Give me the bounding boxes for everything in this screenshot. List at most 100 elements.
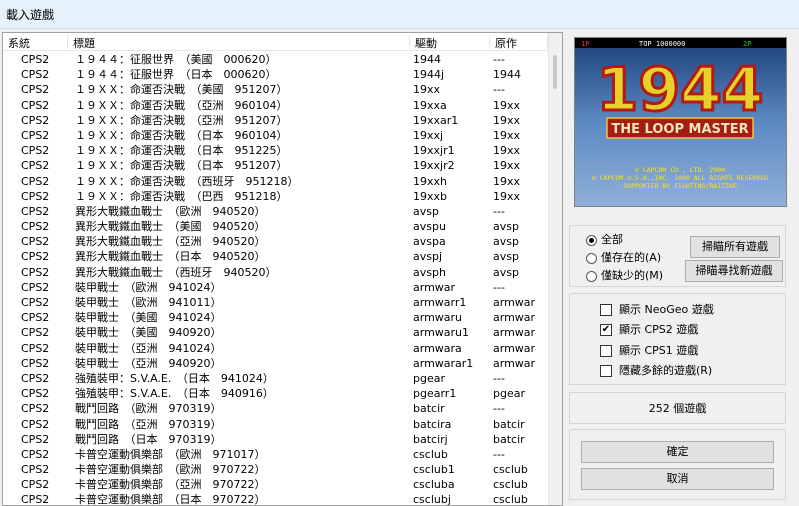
system-cell: CPS2 bbox=[21, 387, 50, 401]
system-cell: CPS2 bbox=[21, 402, 50, 416]
table-row[interactable]: CPS2 卡普空運動俱樂部 （日本 970722） csclubj csclub bbox=[3, 492, 548, 506]
table-row[interactable]: CPS2 裝甲戰士 （歐洲 941024） armwar --- bbox=[3, 280, 548, 295]
system-cell: CPS2 bbox=[21, 98, 50, 112]
hud-top-score: TOP 1000000 bbox=[639, 40, 685, 48]
parent-cell: 19xx bbox=[493, 189, 521, 203]
radio-missing-label: 僅缺少的(M) bbox=[601, 269, 664, 282]
table-row[interactable]: CPS2 戰鬥回路 （歐洲 970319） batcir --- bbox=[3, 401, 548, 416]
driver-cell: avspj bbox=[413, 250, 443, 264]
column-header-system[interactable]: 系統 bbox=[3, 35, 68, 50]
title-cell: 異形大戰鐵血戰士 （歐洲 940520） bbox=[75, 204, 266, 218]
system-cell: CPS2 bbox=[21, 417, 50, 431]
table-row[interactable]: CPS2 １９４４：征服世界 （美國 000620） 1944 --- bbox=[3, 52, 548, 67]
driver-cell: csclubj bbox=[413, 493, 451, 506]
system-cell: CPS2 bbox=[21, 447, 50, 461]
radio-all-label: 全部 bbox=[601, 233, 623, 246]
title-cell: 卡普空運動俱樂部 （日本 970722） bbox=[75, 493, 266, 506]
system-cell: CPS2 bbox=[21, 296, 50, 309]
driver-cell: 19xxar1 bbox=[413, 113, 459, 127]
table-row[interactable]: CPS2 裝甲戰士 （亞洲 940920） armwarar1 armwar bbox=[3, 356, 548, 371]
driver-cell: cscluba bbox=[413, 478, 455, 492]
column-header-driver[interactable]: 驅動 bbox=[410, 35, 490, 50]
driver-cell: 19xxh bbox=[413, 174, 447, 188]
parent-cell: 1944 bbox=[493, 68, 521, 82]
title-cell: １９ＸＸ：命運否決戰 （日本 960104） bbox=[75, 128, 288, 142]
driver-cell: 19xxj bbox=[413, 128, 444, 142]
parent-cell: --- bbox=[493, 402, 505, 416]
system-cell: CPS2 bbox=[21, 280, 50, 294]
table-row[interactable]: CPS2 裝甲戰士 （亞洲 941024） armwara armwar bbox=[3, 341, 548, 356]
checkbox-box[interactable] bbox=[600, 304, 612, 316]
table-row[interactable]: CPS2 裝甲戰士 （歐洲 941011） armwarr1 armwar bbox=[3, 295, 548, 310]
table-row[interactable]: CPS2 異形大戰鐵血戰士 （西班牙 940520） avsph avsp bbox=[3, 265, 548, 280]
table-row[interactable]: CPS2 戰鬥回路 （日本 970319） batcirj batcir bbox=[3, 432, 548, 447]
table-row[interactable]: CPS2 １９ＸＸ：命運否決戰 （日本 951225） 19xxjr1 19xx bbox=[3, 143, 548, 158]
game-count: 252 個遊戲 bbox=[648, 402, 707, 415]
radio-dot bbox=[586, 235, 597, 246]
table-row[interactable]: CPS2 強殖裝甲：S.V.A.E. （日本 941024） pgear --- bbox=[3, 371, 548, 386]
table-row[interactable]: CPS2 １９ＸＸ：命運否決戰 （西班牙 951218） 19xxh 19xx bbox=[3, 174, 548, 189]
title-cell: 戰鬥回路 （日本 970319） bbox=[75, 432, 222, 446]
driver-cell: batcira bbox=[413, 417, 452, 431]
driver-cell: csclub1 bbox=[413, 463, 455, 477]
table-row[interactable]: CPS2 １９ＸＸ：命運否決戰 （亞洲 951207） 19xxar1 19xx bbox=[3, 113, 548, 128]
driver-cell: armwar bbox=[413, 280, 456, 294]
parent-cell: avsp bbox=[493, 235, 519, 249]
driver-cell: armwaru bbox=[413, 311, 463, 325]
table-row[interactable]: CPS2 １９ＸＸ：命運否決戰 （巴西 951218） 19xxb 19xx bbox=[3, 189, 548, 204]
table-row[interactable]: CPS2 卡普空運動俱樂部 （亞洲 970722） cscluba csclub bbox=[3, 477, 548, 492]
parent-cell: 19xx bbox=[493, 144, 521, 158]
scrollbar-thumb[interactable] bbox=[553, 55, 557, 89]
radio-dot bbox=[586, 271, 597, 282]
table-row[interactable]: CPS2 裝甲戰士 （美國 941024） armwaru armwar bbox=[3, 310, 548, 325]
scan-new-button[interactable]: 掃瞄尋找新遊戲 bbox=[685, 260, 783, 282]
column-header-parent[interactable]: 原作 bbox=[490, 35, 548, 50]
table-row[interactable]: CPS2 １９ＸＸ：命運否決戰 （美國 951207） 19xx --- bbox=[3, 82, 548, 97]
checkmark-icon[interactable]: ✔ bbox=[600, 324, 612, 336]
driver-cell: 1944 bbox=[413, 53, 441, 66]
scan-all-button[interactable]: 掃瞄所有遊戲 bbox=[690, 236, 780, 258]
title-bar: 載入遊戲 bbox=[0, 0, 799, 29]
parent-cell: csclub bbox=[493, 493, 528, 506]
column-header-title[interactable]: 標題 bbox=[68, 35, 410, 50]
system-cell: CPS2 bbox=[21, 113, 50, 127]
system-cell: CPS2 bbox=[21, 311, 50, 325]
driver-cell: 19xx bbox=[413, 83, 441, 97]
system-cell: CPS2 bbox=[21, 356, 50, 370]
table-row[interactable]: CPS2 強殖裝甲：S.V.A.E. （日本 940916） pgearr1 pgea… bbox=[3, 386, 548, 401]
table-row[interactable]: CPS2 異形大戰鐵血戰士 （亞洲 940520） avspa avsp bbox=[3, 234, 548, 249]
table-row[interactable]: CPS2 １９４４：征服世界 （日本 000620） 1944j 1944 bbox=[3, 67, 548, 82]
table-row[interactable]: CPS2 卡普空運動俱樂部 （歐洲 970722） csclub1 csclub bbox=[3, 462, 548, 477]
driver-cell: avsph bbox=[413, 265, 446, 279]
parent-cell: --- bbox=[493, 371, 505, 385]
driver-cell: armwaru1 bbox=[413, 326, 470, 340]
table-row[interactable]: CPS2 裝甲戰士 （美國 940920） armwaru1 armwar bbox=[3, 325, 548, 340]
checkbox-label: 隱藏多餘的遊戲(R) bbox=[619, 364, 713, 377]
ok-button[interactable]: 確定 bbox=[581, 441, 774, 463]
table-row[interactable]: CPS2 １９ＸＸ：命運否決戰 （亞洲 960104） 19xxa 19xx bbox=[3, 98, 548, 113]
title-cell: 卡普空運動俱樂部 （亞洲 970722） bbox=[75, 478, 266, 492]
table-row[interactable]: CPS2 異形大戰鐵血戰士 （歐洲 940520） avsp --- bbox=[3, 204, 548, 219]
table-row[interactable]: CPS2 戰鬥回路 （亞洲 970319） batcira batcir bbox=[3, 417, 548, 432]
title-cell: 異形大戰鐵血戰士 （亞洲 940520） bbox=[75, 235, 266, 249]
checkbox-box[interactable] bbox=[600, 365, 612, 377]
table-row[interactable]: CPS2 異形大戰鐵血戰士 （日本 940520） avspj avsp bbox=[3, 249, 548, 264]
title-cell: 強殖裝甲：S.V.A.E. （日本 941024） bbox=[75, 371, 274, 385]
title-cell: 裝甲戰士 （美國 940920） bbox=[75, 326, 222, 340]
table-row[interactable]: CPS2 １９ＸＸ：命運否決戰 （日本 951207） 19xxjr2 19xx bbox=[3, 158, 548, 173]
driver-cell: 19xxa bbox=[413, 98, 447, 112]
cancel-button[interactable]: 取消 bbox=[581, 468, 774, 490]
parent-cell: armwar bbox=[493, 326, 536, 340]
credit-line-1: © CAPCOM CO., LTD. 2000 bbox=[635, 166, 725, 174]
radio-dot bbox=[586, 253, 597, 264]
checkbox-box[interactable] bbox=[600, 345, 612, 357]
table-row[interactable]: CPS2 １９ＸＸ：命運否決戰 （日本 960104） 19xxj 19xx bbox=[3, 128, 548, 143]
table-row[interactable]: CPS2 異形大戰鐵血戰士 （美國 940520） avspu avsp bbox=[3, 219, 548, 234]
driver-cell: armwara bbox=[413, 341, 462, 355]
game-list[interactable]: 系統 標題 驅動 原作 CPS2 １９４４：征服世界 （美國 000620） 194… bbox=[2, 32, 563, 506]
parent-cell: 19xx bbox=[493, 128, 521, 142]
vertical-scrollbar[interactable] bbox=[548, 33, 562, 505]
credit-line-3: SUPPORTED BY EIGHTING/RAIZING bbox=[623, 182, 737, 190]
system-cell: CPS2 bbox=[21, 220, 50, 234]
table-row[interactable]: CPS2 卡普空運動俱樂部 （歐洲 971017） csclub --- bbox=[3, 447, 548, 462]
